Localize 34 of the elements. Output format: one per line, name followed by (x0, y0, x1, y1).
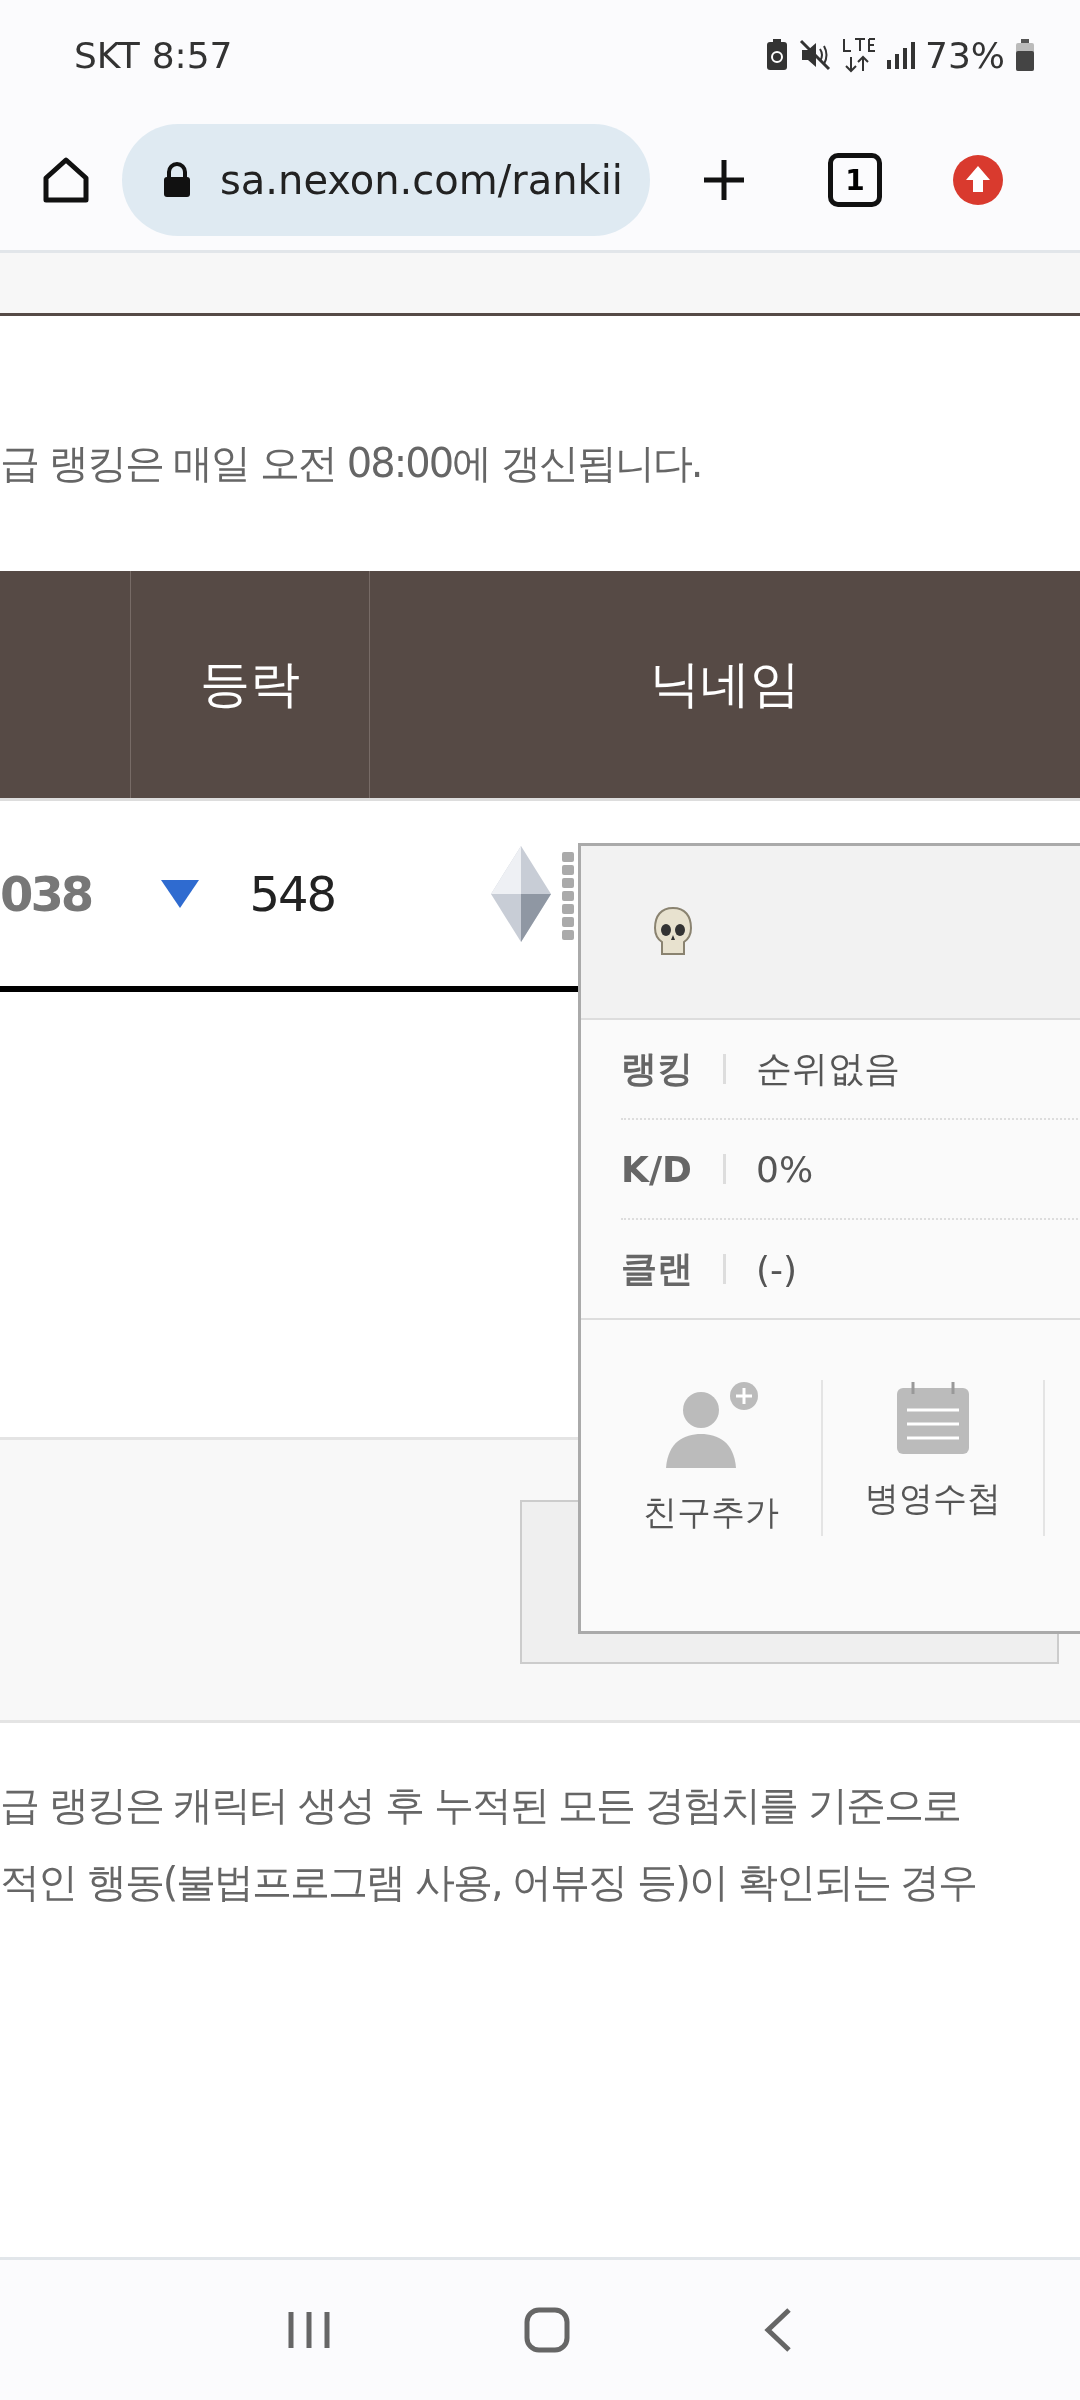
stat-value: 0% (756, 1148, 814, 1190)
url-text: sa.nexon.com/rankii (220, 157, 623, 203)
stat-value: (-) (756, 1248, 798, 1290)
change-value: 548 (249, 865, 336, 922)
stat-label: 클랜 (621, 1246, 694, 1291)
home-button-icon[interactable] (524, 2307, 570, 2353)
recent-apps-icon[interactable] (286, 2310, 331, 2350)
action-label: 친구추가 (643, 1491, 779, 1534)
lock-icon (162, 162, 192, 198)
tabs-button[interactable]: 1 (828, 153, 882, 207)
footnote-text: 적인 행동(불법프로그램 사용, 어뷰징 등)이 확인되는 경우 (0, 1858, 978, 1907)
action-button[interactable]: 병영수첩 (823, 1380, 1045, 1536)
stat-label: K/D (621, 1148, 693, 1190)
clock: 8:57 (151, 34, 233, 76)
action-button[interactable]: 친구추가 (601, 1380, 823, 1536)
action-label: 병영수첩 (865, 1477, 1001, 1520)
footnote-text: 급 랭킹은 캐릭터 생성 후 누적된 모든 경험치를 기준으로 (0, 1781, 961, 1830)
address-bar[interactable]: sa.nexon.com/rankii (122, 124, 650, 236)
stat-value: 순위없음 (756, 1046, 900, 1091)
lte-icon (841, 37, 875, 73)
stat-label: 랭킹 (621, 1046, 694, 1091)
battery-level: 73% (925, 34, 1005, 76)
battery-icon (1015, 38, 1035, 72)
update-icon[interactable] (952, 154, 1004, 206)
signal-icon (885, 40, 915, 70)
notice-text: 급 랭킹은 매일 오전 08:00에 갱신됩니다. (0, 439, 703, 488)
column-header: 등락 (131, 571, 370, 798)
skull-icon (653, 906, 693, 958)
rank-cell-text: 038 (0, 865, 93, 922)
notebook-icon (895, 1380, 971, 1456)
column-header: 닉네임 (649, 654, 801, 715)
battery-saver-icon (765, 38, 789, 72)
mute-icon (799, 39, 831, 71)
carrier: SKT (74, 34, 140, 76)
